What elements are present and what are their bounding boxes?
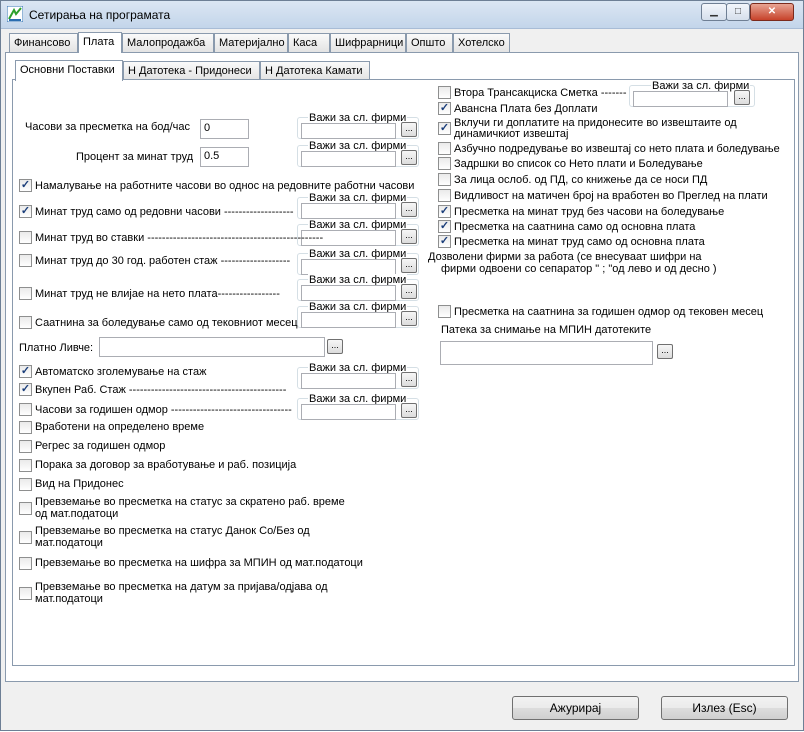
settings-content: Часови за пресметка на бод/час 0 Процент… xyxy=(1,1,804,732)
prev-datum-checkbox[interactable] xyxy=(19,587,32,600)
presmetka-minat-osnovna-label: Пресметка на минат труд само од основна … xyxy=(454,236,705,248)
prev-datum-label-line2: мат.податоци xyxy=(35,593,103,605)
percent-label: Процент за минат труд xyxy=(76,151,194,163)
regres-checkbox[interactable] xyxy=(19,440,32,453)
reduce-hours-label: Намалување на работните часови во однос … xyxy=(35,180,415,192)
saatnina-boleduvanje-checkbox[interactable] xyxy=(19,316,32,329)
zadrshki-checkbox[interactable] xyxy=(438,157,451,170)
vidlivost-label: Видливост на матичен број на вработен во… xyxy=(454,190,768,202)
vazi-browse-button[interactable]: ... xyxy=(401,284,417,299)
vazi-browse-button[interactable]: ... xyxy=(401,403,417,418)
presmetka-minat-bez-label: Пресметка на минат труд без часови на бо… xyxy=(454,206,725,218)
avansna-checkbox[interactable]: ✓ xyxy=(438,102,451,115)
vtora-smetka-checkbox[interactable] xyxy=(438,86,451,99)
minat-30-label: Минат труд до 30 год. работен стаж -----… xyxy=(35,255,291,267)
pateka-label: Патека за снимање на МПИН датотеките xyxy=(441,324,652,336)
za-lica-label: За лица ослоб. од ПД, со книжење да се н… xyxy=(454,174,708,186)
hours-input[interactable]: 0 xyxy=(200,119,249,139)
reduce-hours-checkbox[interactable]: ✓ xyxy=(19,179,32,192)
vraboteni-opr-checkbox[interactable] xyxy=(19,421,32,434)
avansna-label: Авансна Плата без Доплати xyxy=(454,103,598,115)
vazi-input[interactable] xyxy=(301,123,396,139)
prev-datum-label-line1: Превземање во пресметка на датум за приј… xyxy=(35,581,328,593)
vazi-input[interactable] xyxy=(301,312,396,328)
vtora-smetka-label: Втора Трансакциска Сметка ------- xyxy=(454,87,627,99)
prev-danok-checkbox[interactable] xyxy=(19,531,32,544)
prev-danok-label-line2: мат.податоци xyxy=(35,537,103,549)
chasovi-odmor-checkbox[interactable] xyxy=(19,403,32,416)
prev-danok-label-line1: Превземање во пресметка на статус Данок … xyxy=(35,525,310,537)
vkupen-rab-checkbox[interactable]: ✓ xyxy=(19,383,32,396)
vazi-browse-button[interactable]: ... xyxy=(401,372,417,387)
azbuchno-label: Азбучно подредување во извештај со нето … xyxy=(454,143,780,155)
vazi-input[interactable] xyxy=(633,91,728,107)
zadrshki-label: Задршки во список со Нето плати и Боледу… xyxy=(454,158,703,170)
vazi-input[interactable] xyxy=(301,151,396,167)
vazi-browse-button[interactable]: ... xyxy=(734,90,750,105)
settings-window: Сетирања на програмата ▁ □ ✕ Финансово П… xyxy=(0,0,804,731)
vazi-browse-button[interactable]: ... xyxy=(401,150,417,165)
minat-regular-checkbox[interactable]: ✓ xyxy=(19,205,32,218)
vazi-input[interactable] xyxy=(301,259,396,275)
vidlivost-checkbox[interactable] xyxy=(438,189,451,202)
platno-livche-browse-button[interactable]: ... xyxy=(327,339,343,354)
prev-sifra-checkbox[interactable] xyxy=(19,557,32,570)
minat-ne-vlijae-checkbox[interactable] xyxy=(19,287,32,300)
pateka-input[interactable] xyxy=(440,341,653,365)
percent-input[interactable]: 0.5 xyxy=(200,147,249,167)
dozvoleni-label-line2: фирми одвоени со сепаратор " ; "од лево … xyxy=(441,263,717,275)
presmetka-minat-bez-checkbox[interactable]: ✓ xyxy=(438,205,451,218)
pateka-browse-button[interactable]: ... xyxy=(657,344,673,359)
minat-regular-label: Минат труд само од редовни часови ------… xyxy=(35,206,294,218)
poraka-checkbox[interactable] xyxy=(19,459,32,472)
prev-status-checkbox[interactable] xyxy=(19,502,32,515)
vazi-input[interactable] xyxy=(301,203,396,219)
vazi-input[interactable] xyxy=(301,285,396,301)
presmetka-minat-osnovna-checkbox[interactable]: ✓ xyxy=(438,235,451,248)
azbuchno-checkbox[interactable] xyxy=(438,142,451,155)
prev-status-label-line2: од мат.податоци xyxy=(35,508,119,520)
vkluchi-label-line2: динамичкиот извештај xyxy=(454,128,569,140)
vraboteni-opr-label: Вработени на определено време xyxy=(35,421,205,433)
presmetka-saatnina-odmor-label: Пресметка на саатнина за годишен одмор о… xyxy=(454,306,764,318)
minat-30-checkbox[interactable] xyxy=(19,254,32,267)
azuriraj-button[interactable]: Ажурирај xyxy=(512,696,639,720)
za-lica-checkbox[interactable] xyxy=(438,173,451,186)
prev-sifra-label: Превземање во пресметка на шифра за МПИН… xyxy=(35,557,363,569)
platno-livche-input[interactable] xyxy=(99,337,325,357)
minat-stavki-label: Минат труд во ставки -------------------… xyxy=(35,232,324,244)
hours-label: Часови за пресметка на бод/час xyxy=(25,121,190,133)
presmetka-saatnina-checkbox[interactable]: ✓ xyxy=(438,220,451,233)
platno-livche-label: Платно Ливче: xyxy=(19,342,94,354)
minat-ne-vlijae-label: Минат труд не влијае на нето плата------… xyxy=(35,288,280,300)
prev-status-label-line1: Превземање во пресметка на статус за скр… xyxy=(35,496,345,508)
regres-label: Регрес за годишен одмор xyxy=(35,440,166,452)
vid-pridones-label: Вид на Придонес xyxy=(35,478,124,490)
saatnina-boleduvanje-label: Саатнина за боледување само од тековниот… xyxy=(35,317,298,329)
vid-pridones-checkbox[interactable] xyxy=(19,478,32,491)
chasovi-odmor-label: Часови за годишен одмор ----------------… xyxy=(35,404,292,416)
presmetka-saatnina-label: Пресметка на саатнина само од основна пл… xyxy=(454,221,696,233)
vkupen-rab-label: Вкупен Раб. Стаж -----------------------… xyxy=(35,384,287,396)
vazi-browse-button[interactable]: ... xyxy=(401,122,417,137)
vazi-browse-button[interactable]: ... xyxy=(401,202,417,217)
vazi-browse-button[interactable]: ... xyxy=(401,258,417,273)
vazi-input[interactable] xyxy=(301,373,396,389)
auto-zgol-checkbox[interactable]: ✓ xyxy=(19,365,32,378)
presmetka-saatnina-odmor-checkbox[interactable] xyxy=(438,305,451,318)
vazi-browse-button[interactable]: ... xyxy=(401,229,417,244)
vazi-input[interactable] xyxy=(301,404,396,420)
izlez-button[interactable]: Излез (Esc) xyxy=(661,696,788,720)
minat-stavki-checkbox[interactable] xyxy=(19,231,32,244)
vkluchi-checkbox[interactable]: ✓ xyxy=(438,122,451,135)
vazi-browse-button[interactable]: ... xyxy=(401,311,417,326)
auto-zgol-label: Автоматско зголемување на стаж xyxy=(35,366,207,378)
poraka-label: Порака за договор за вработување и раб. … xyxy=(35,459,297,471)
dozvoleni-label-line1: Дозволени фирми за работа (се внесуваат … xyxy=(428,251,702,263)
